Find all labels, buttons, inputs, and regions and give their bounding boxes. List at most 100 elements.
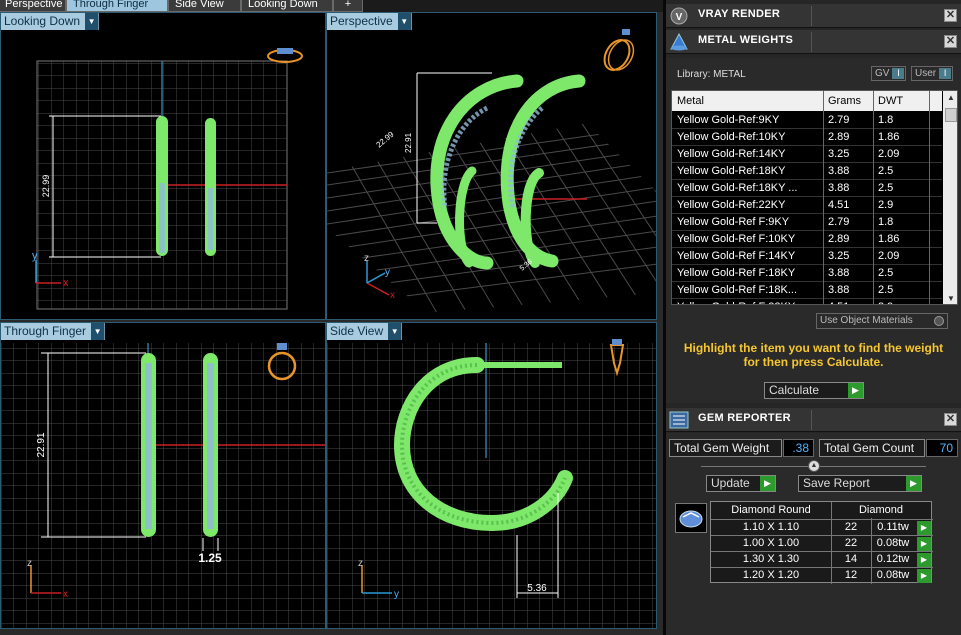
- viewport-label-side-view[interactable]: Side View ▼: [327, 323, 403, 340]
- play-icon: ▶: [848, 383, 863, 398]
- metal-table-row[interactable]: Yellow Gold-Ref F:9KY 2.79 1.8: [672, 214, 942, 231]
- metal-table-row[interactable]: Yellow Gold-Ref F:10KY 2.89 1.86: [672, 231, 942, 248]
- gem-size-cell: 1.30 X 1.30: [742, 553, 800, 565]
- metal-table-row[interactable]: Yellow Gold-Ref:14KY 3.25 2.09: [672, 146, 942, 163]
- gem-reporter-section: Total Gem Weight .38 Total Gem Count 70 …: [666, 433, 961, 635]
- dwt-cell: 2.9: [878, 301, 893, 304]
- gem-count-cell: 22: [844, 537, 858, 549]
- dwt-cell: 2.09: [878, 250, 900, 262]
- tab-through-finger[interactable]: Through Finger: [66, 0, 168, 12]
- close-icon[interactable]: ✕: [944, 35, 957, 48]
- select-gem-arrow-icon[interactable]: ▶: [917, 521, 931, 535]
- gem-table-row[interactable]: 1.20 X 1.20 12 0.08tw ▶: [711, 567, 933, 583]
- x-axis-label: x: [63, 277, 69, 289]
- metal-weights-title: METAL WEIGHTS: [698, 34, 794, 46]
- gem-reporter-header[interactable]: GEM REPORTER ✕: [666, 408, 961, 432]
- grams-cell: 3.25: [828, 148, 850, 160]
- select-gem-arrow-icon[interactable]: ▶: [917, 569, 931, 583]
- viewport-perspective[interactable]: 22.99 22.91 5.36 z x y Perspective ▼: [326, 12, 657, 320]
- metal-table-row[interactable]: Yellow Gold-Ref F:18K... 3.88 2.5: [672, 282, 942, 299]
- viewport-label-through-finger[interactable]: Through Finger ▼: [1, 323, 106, 340]
- metal-table-row[interactable]: Yellow Gold-Ref F:14KY 3.25 2.09: [672, 248, 942, 265]
- dimension-label-b: 22.91: [404, 132, 413, 153]
- dimension-label-a: 22.99: [375, 129, 397, 149]
- gem-table: Diamond Round Diamond 1.10 X 1.10 22 0.11t…: [710, 501, 933, 584]
- gv-toggle[interactable]: GV I: [871, 66, 907, 81]
- viewport-looking-down[interactable]: 22.99 y x Looking Down ▼: [0, 12, 326, 320]
- slider-handle[interactable]: ▲: [808, 460, 820, 472]
- gem-reporter-icon: [669, 411, 689, 429]
- metal-table-header: Metal Grams DWT: [672, 91, 942, 111]
- metal-name-cell: Yellow Gold-Ref F:10KY: [677, 233, 796, 245]
- play-icon: ▶: [906, 476, 921, 491]
- header-grams[interactable]: Grams: [828, 95, 861, 107]
- update-button[interactable]: Update ▶: [706, 475, 776, 492]
- metal-name-cell: Yellow Gold-Ref:14KY: [677, 148, 786, 160]
- svg-text:V: V: [676, 12, 683, 23]
- viewport-label-looking-down[interactable]: Looking Down ▼: [1, 13, 100, 30]
- metal-table-row[interactable]: Yellow Gold-Ref:18KY 3.88 2.5: [672, 163, 942, 180]
- tab-add-button[interactable]: +: [333, 0, 363, 12]
- metal-table-row[interactable]: Yellow Gold-Ref F:22KY 4.51 2.9: [672, 299, 942, 304]
- grid: [327, 343, 656, 628]
- gem-weight-cell: 0.12tw: [876, 553, 910, 565]
- grams-cell: 2.89: [828, 233, 850, 245]
- scroll-down-icon[interactable]: ▼: [943, 292, 957, 304]
- save-report-button[interactable]: Save Report ▶: [798, 475, 922, 492]
- library-label: Library: METAL: [677, 69, 746, 80]
- metal-table-row[interactable]: Yellow Gold-Ref:9KY 2.79 1.8: [672, 112, 942, 129]
- grams-cell: 3.88: [828, 267, 850, 279]
- viewport-label-perspective[interactable]: Perspective ▼: [327, 13, 412, 30]
- metal-table-row[interactable]: Yellow Gold-Ref:22KY 4.51 2.9: [672, 197, 942, 214]
- grams-cell: 4.51: [828, 199, 850, 211]
- chevron-down-icon[interactable]: ▼: [388, 323, 402, 340]
- x-axis-label: x: [63, 589, 68, 600]
- vray-render-header[interactable]: V VRAY RENDER ✕: [666, 4, 961, 28]
- instruction-text: Highlight the item you want to find the …: [683, 341, 944, 369]
- scroll-up-icon[interactable]: ▲: [943, 91, 957, 105]
- y-axis-label: y: [385, 267, 390, 278]
- play-icon: ▶: [760, 476, 775, 491]
- chevron-down-icon[interactable]: ▼: [85, 13, 99, 30]
- close-icon[interactable]: ✕: [944, 413, 957, 426]
- header-diamond-round: Diamond Round: [711, 502, 831, 518]
- viewport-tabbar: Perspective Through Finger Side View Loo…: [0, 0, 665, 12]
- metal-table-row[interactable]: Yellow Gold-Ref F:18KY 3.88 2.5: [672, 265, 942, 282]
- select-gem-arrow-icon[interactable]: ▶: [917, 553, 931, 567]
- dwt-cell: 2.5: [878, 182, 894, 194]
- tab-side-view[interactable]: Side View: [168, 0, 241, 12]
- y-axis-label: y: [394, 589, 399, 600]
- metal-name-cell: Yellow Gold-Ref F:9KY: [677, 216, 790, 228]
- metal-weights-header[interactable]: METAL WEIGHTS ✕: [666, 30, 961, 54]
- viewport-through-finger[interactable]: 22.91 1.25 z x Through Finger ▼: [0, 322, 326, 629]
- gem-table-row[interactable]: 1.00 X 1.00 22 0.08tw ▶: [711, 535, 933, 551]
- metal-table-row[interactable]: Yellow Gold-Ref:18KY ... 3.88 2.5: [672, 180, 942, 197]
- metal-table-scrollbar[interactable]: ▲ ▼: [943, 91, 957, 304]
- gem-count-cell: 14: [844, 553, 858, 565]
- gem-table-row[interactable]: 1.10 X 1.10 22 0.11tw ▶: [711, 519, 933, 535]
- use-object-materials-option[interactable]: Use Object Materials: [816, 313, 948, 329]
- calculate-button[interactable]: Calculate ▶: [764, 382, 864, 399]
- chevron-down-icon[interactable]: ▼: [397, 13, 411, 30]
- tab-perspective[interactable]: Perspective: [0, 0, 66, 12]
- header-metal[interactable]: Metal: [677, 95, 704, 107]
- gem-weight-cell: 0.11tw: [877, 521, 909, 533]
- grams-cell: 3.88: [828, 284, 850, 296]
- gem-size-cell: 1.20 X 1.20: [742, 569, 800, 581]
- gem-table-row[interactable]: 1.30 X 1.30 14 0.12tw ▶: [711, 551, 933, 567]
- tab-looking-down[interactable]: Looking Down: [241, 0, 333, 12]
- user-toggle[interactable]: User I: [911, 66, 954, 81]
- vray-render-title: VRAY RENDER: [698, 8, 781, 20]
- select-gem-arrow-icon[interactable]: ▶: [917, 537, 931, 551]
- metal-table[interactable]: Metal Grams DWT Yellow Gold-Ref:9KY 2.79 1…: [671, 90, 958, 305]
- metal-table-row[interactable]: Yellow Gold-Ref:10KY 2.89 1.86: [672, 129, 942, 146]
- dwt-cell: 2.5: [878, 267, 894, 279]
- header-dwt[interactable]: DWT: [878, 95, 903, 107]
- close-icon[interactable]: ✕: [944, 9, 957, 22]
- chevron-down-icon[interactable]: ▼: [91, 323, 105, 340]
- ring-top-icon: [267, 48, 303, 63]
- viewport-side-view[interactable]: 5.36 z y Side View ▼: [326, 322, 657, 629]
- radio-icon[interactable]: [934, 316, 944, 326]
- gem-weight-cell: 0.08tw: [876, 537, 910, 549]
- dwt-cell: 1.8: [878, 114, 894, 126]
